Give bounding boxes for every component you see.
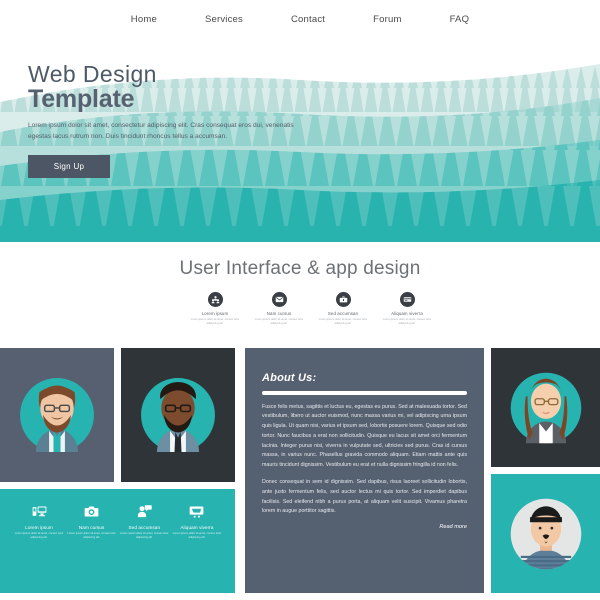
about-paragraph-1: Fusce felis metus, sagittis et luctus eu… <box>262 403 467 469</box>
feature-item-sed-accumsan[interactable]: Sed accumsan Lorem ipsum dolor sit amet,… <box>314 292 372 326</box>
people-icon <box>207 292 223 307</box>
teal-feature-label: Nam cursus <box>78 525 105 530</box>
nav-item-forum[interactable]: Forum <box>349 14 425 25</box>
dark-skinned-man-avatar <box>121 348 235 482</box>
about-paragraph-2: Donec consequat in sem id dignissim. Sed… <box>262 479 467 515</box>
teal-feature-subtext: Lorem ipsum dolor sit amet, consec tetur… <box>172 532 222 540</box>
teal-feature-label: Sed accumsan <box>128 525 161 530</box>
feature-label: Sed accumsan <box>327 311 359 316</box>
teal-feature-subtext: Lorem ipsum dolor sit amet, consec tetur… <box>14 532 64 540</box>
mail-icon <box>271 292 287 307</box>
about-divider <box>262 391 467 395</box>
avatar-panel-striped-shirt-man[interactable] <box>491 474 600 593</box>
hero-copy-block: Web Design Template Lorem ipsum dolor si… <box>28 61 328 178</box>
feature-subtext: Lorem ipsum dolor sit amet, consec tetur… <box>190 318 240 326</box>
avatar-panel-bearded-man[interactable] <box>0 348 114 482</box>
teal-feature-item-lorem-ipsum[interactable]: Lorem ipsum Lorem ipsum dolor sit amet, … <box>14 503 64 540</box>
feature-subtext: Lorem ipsum dolor sit amet, consec tetur… <box>382 318 432 326</box>
striped-shirt-man-avatar <box>491 474 600 593</box>
teal-feature-panel: Lorem ipsum Lorem ipsum dolor sit amet, … <box>0 489 235 593</box>
feature-item-aliquam-viverra[interactable]: Aliquam viverra Lorem ipsum dolor sit am… <box>378 292 436 326</box>
read-more-link[interactable]: Read more <box>262 524 467 530</box>
main-navigation: Home Services Contact Forum FAQ <box>0 0 600 38</box>
shopping-cart-icon <box>172 503 222 520</box>
feature-label: Aliquam viverra <box>391 311 423 316</box>
hero-title-light: Web Design <box>28 61 157 87</box>
teal-feature-row: Lorem ipsum Lorem ipsum dolor sit amet, … <box>14 503 222 540</box>
avatar-panel-dark-skinned-man[interactable] <box>121 348 235 482</box>
teal-feature-label: Lorem ipsum <box>25 525 53 530</box>
devices-icon <box>14 503 64 520</box>
web-design-template-page: Home Services Contact Forum FAQ Web Desi… <box>0 0 600 600</box>
about-heading: About Us: <box>262 372 317 384</box>
teal-feature-item-nam-cursus[interactable]: Nam cursus Lorem ipsum dolor sit amet, c… <box>67 503 117 540</box>
user-chat-icon <box>119 503 169 520</box>
feature-subtext: Lorem ipsum dolor sit amet, consec tetur… <box>254 318 304 326</box>
credit-card-icon <box>399 292 415 307</box>
hero-paragraph: Lorem ipsum dolor sit amet, consectetur … <box>28 121 294 141</box>
hero-banner: Web Design Template Lorem ipsum dolor si… <box>0 40 600 248</box>
nav-item-faq[interactable]: FAQ <box>426 14 494 25</box>
feature-icon-row: Lorem ipsum Lorem ipsum dolor sit amet, … <box>186 292 436 326</box>
nav-item-contact[interactable]: Contact <box>267 14 349 25</box>
woman-glasses-avatar <box>491 348 600 467</box>
hero-title-bold: Template <box>28 85 135 114</box>
about-us-panel: About Us: Fusce felis metus, sagittis et… <box>245 348 484 593</box>
feature-item-lorem-ipsum[interactable]: Lorem ipsum Lorem ipsum dolor sit amet, … <box>186 292 244 326</box>
teal-feature-subtext: Lorem ipsum dolor sit amet, consec tetur… <box>67 532 116 540</box>
nav-item-home[interactable]: Home <box>107 14 181 25</box>
nav-item-services[interactable]: Services <box>181 14 267 25</box>
feature-subtext: Lorem ipsum dolor sit amet, consec tetur… <box>318 318 368 326</box>
teal-feature-item-aliquam-viverra[interactable]: Aliquam viverra Lorem ipsum dolor sit am… <box>172 503 222 540</box>
section-title: User Interface & app design <box>179 258 421 279</box>
feature-label: Nam cursus <box>266 311 292 316</box>
teal-feature-label: Aliquam viverra <box>180 525 214 530</box>
feature-label: Lorem ipsum <box>201 311 229 316</box>
feature-item-nam-cursus[interactable]: Nam cursus Lorem ipsum dolor sit amet, c… <box>250 292 308 326</box>
camera-icon <box>67 503 117 520</box>
briefcase-icon <box>335 292 351 307</box>
teal-feature-subtext: Lorem ipsum dolor sit amet, consec tetur… <box>120 532 169 540</box>
sign-up-button[interactable]: Sign Up <box>28 154 110 178</box>
bearded-man-avatar <box>0 348 114 482</box>
avatar-panel-woman-glasses[interactable] <box>491 348 600 467</box>
teal-feature-item-sed-accumsan[interactable]: Sed accumsan Lorem ipsum dolor sit amet,… <box>119 503 169 540</box>
